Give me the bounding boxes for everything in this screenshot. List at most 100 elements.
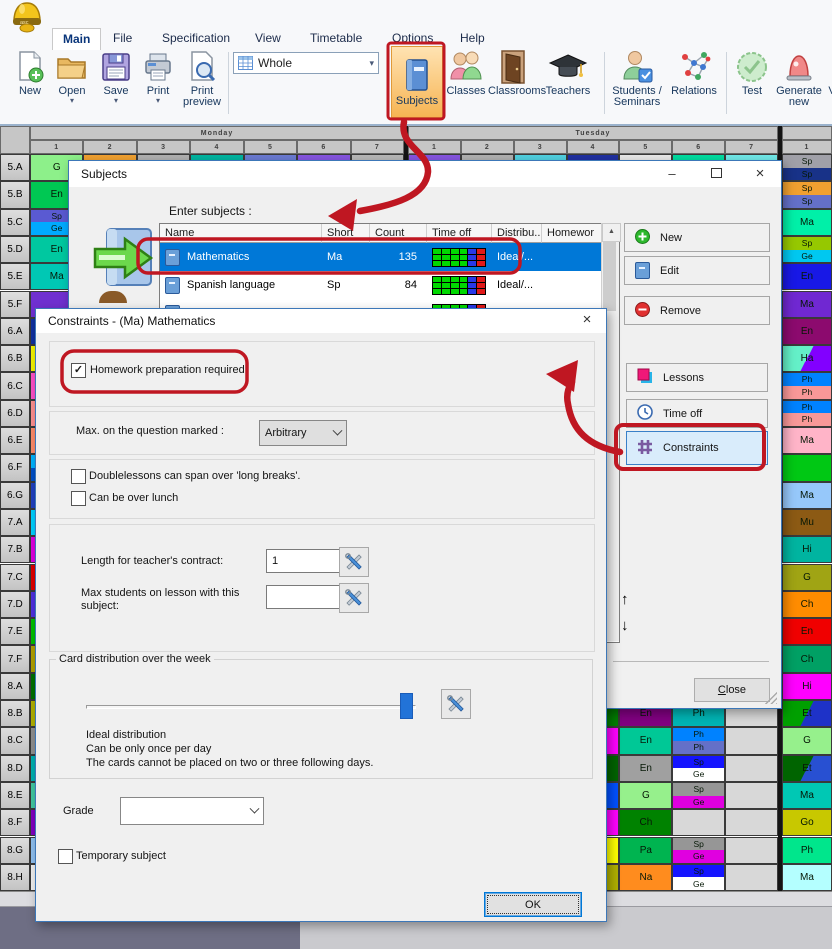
timetable-cell[interactable]: Ma (782, 782, 832, 809)
timetable-subcell[interactable]: Sp (783, 168, 831, 181)
close-button[interactable]: Close (694, 678, 770, 702)
timetable-cell[interactable] (725, 755, 778, 782)
timetable-cell[interactable]: Ph (782, 837, 832, 864)
class-row-label[interactable]: 8.H (0, 864, 30, 891)
maximize-button[interactable] (703, 165, 729, 183)
tab-file[interactable]: File (103, 28, 142, 49)
timetable-cell[interactable]: SpGe (782, 236, 832, 263)
class-row-label[interactable]: 7.E (0, 618, 30, 645)
ok-button[interactable]: OK (484, 892, 582, 917)
timetable-cell[interactable] (725, 864, 778, 891)
timetable-subcell[interactable]: Sp (673, 865, 724, 878)
class-row-label[interactable]: 6.G (0, 482, 30, 509)
scroll-up-icon[interactable]: ▲ (602, 223, 621, 242)
timetable-subcell[interactable]: Ge (673, 796, 724, 809)
timetable-cell[interactable]: G (782, 564, 832, 591)
over-lunch-checkbox[interactable] (71, 491, 86, 506)
close-icon[interactable]: × (574, 311, 600, 329)
timetable-cell[interactable]: SpGe (672, 755, 725, 782)
lessons-button[interactable]: Lessons (626, 363, 768, 392)
save-dropdown-arrow[interactable]: ▾ (94, 97, 138, 105)
timetable-cell[interactable] (725, 782, 778, 809)
class-row-label[interactable]: 7.F (0, 645, 30, 672)
class-row-label[interactable]: 6.E (0, 427, 30, 454)
view-select[interactable]: Whole ▾ (233, 52, 379, 74)
timetable-cell[interactable] (725, 727, 778, 754)
timetable-cell[interactable]: Ma (782, 427, 832, 454)
timetable-cell[interactable]: En (782, 318, 832, 345)
timetable-subcell[interactable]: Sp (783, 237, 831, 250)
class-row-label[interactable]: 6.B (0, 345, 30, 372)
time-off-button[interactable]: Time off (626, 399, 768, 428)
edit-subject-button[interactable]: Edit (624, 256, 770, 285)
subject-row[interactable]: Spanish languageSp84Ideal/... (160, 271, 602, 299)
timetable-cell[interactable]: PhPh (782, 400, 832, 427)
timetable-cell[interactable]: Ch (619, 809, 672, 836)
subjects-column-header[interactable]: Short (322, 224, 370, 243)
class-row-label[interactable]: 7.D (0, 591, 30, 618)
subjects-column-header[interactable]: Count (370, 224, 427, 243)
class-row-label[interactable]: 8.B (0, 700, 30, 727)
timetable-cell[interactable] (725, 837, 778, 864)
double-lessons-checkbox[interactable] (71, 469, 86, 484)
distribution-tools-button[interactable] (441, 689, 471, 719)
timetable-subcell[interactable]: Ge (673, 850, 724, 863)
class-row-label[interactable]: 5.A (0, 154, 30, 181)
timetable-cell[interactable]: En (782, 618, 832, 645)
tab-timetable[interactable]: Timetable (300, 28, 372, 49)
class-row-label[interactable]: 7.B (0, 536, 30, 563)
test-button[interactable]: Test (732, 48, 772, 120)
class-row-label[interactable]: 6.D (0, 400, 30, 427)
timetable-subcell[interactable]: Sp (673, 783, 724, 796)
new-subject-button[interactable]: New (624, 223, 770, 252)
class-row-label[interactable]: 8.D (0, 755, 30, 782)
class-row-label[interactable]: 6.A (0, 318, 30, 345)
generate-new-button[interactable]: Generate new (774, 48, 824, 120)
distribution-slider-track[interactable] (86, 705, 416, 709)
contract-tools-button[interactable] (339, 547, 369, 577)
timetable-cell[interactable]: Et (782, 755, 832, 782)
timetable-cell[interactable]: Ch (782, 591, 832, 618)
timetable-subcell[interactable]: Sp (783, 182, 831, 195)
timetable-cell[interactable]: Ch (782, 645, 832, 672)
timetable-subcell[interactable]: Ge (673, 877, 724, 890)
move-down-button[interactable]: ↓ (621, 617, 629, 634)
timetable-cell[interactable]: En (782, 263, 832, 290)
timetable-subcell[interactable]: Sp (783, 195, 831, 208)
timetable-cell[interactable]: Ma (782, 209, 832, 236)
tab-view[interactable]: View (245, 28, 291, 49)
timetable-cell[interactable]: Hi (782, 673, 832, 700)
max-students-input[interactable] (266, 585, 340, 609)
tab-main[interactable]: Main (52, 28, 101, 50)
subjects-column-header[interactable]: Name (160, 224, 322, 243)
timetable-cell[interactable] (672, 809, 725, 836)
tab-specification[interactable]: Specification (152, 28, 240, 49)
timetable-cell[interactable]: Pa (619, 837, 672, 864)
teachers-button[interactable]: Teachers (544, 48, 592, 120)
timetable-subcell[interactable]: Ph (783, 401, 831, 414)
timetable-subcell[interactable]: Ph (783, 386, 831, 399)
timetable-cell[interactable]: Et (782, 700, 832, 727)
class-row-label[interactable]: 5.C (0, 209, 30, 236)
print-dropdown-arrow[interactable]: ▾ (136, 97, 180, 105)
timetable-cell[interactable]: PhPh (782, 372, 832, 399)
timetable-cell[interactable]: G (782, 727, 832, 754)
timetable-subcell[interactable]: Sp (673, 756, 724, 769)
max-students-tools-button[interactable] (339, 583, 369, 613)
timetable-subcell[interactable]: Ge (783, 250, 831, 263)
minimize-button[interactable]: – (659, 165, 685, 183)
constraints-dialog-titlebar[interactable]: Constraints - (Ma) Mathematics × (36, 309, 606, 333)
open-button[interactable]: Open ▾ (50, 48, 94, 120)
timetable-subcell[interactable]: Sp (673, 838, 724, 851)
timetable-subcell[interactable]: Ph (673, 741, 724, 754)
timetable-cell[interactable] (725, 809, 778, 836)
max-question-select[interactable]: Arbitrary (259, 420, 347, 446)
timetable-subcell[interactable]: Ph (783, 413, 831, 426)
timetable-cell[interactable]: SpGe (672, 864, 725, 891)
class-row-label[interactable]: 7.C (0, 564, 30, 591)
timetable-subcell[interactable]: Ph (783, 373, 831, 386)
save-button[interactable]: Save ▾ (94, 48, 138, 120)
class-row-label[interactable]: 8.E (0, 782, 30, 809)
timetable-subcell[interactable]: Ge (673, 768, 724, 781)
move-up-button[interactable]: ↑ (621, 591, 629, 608)
